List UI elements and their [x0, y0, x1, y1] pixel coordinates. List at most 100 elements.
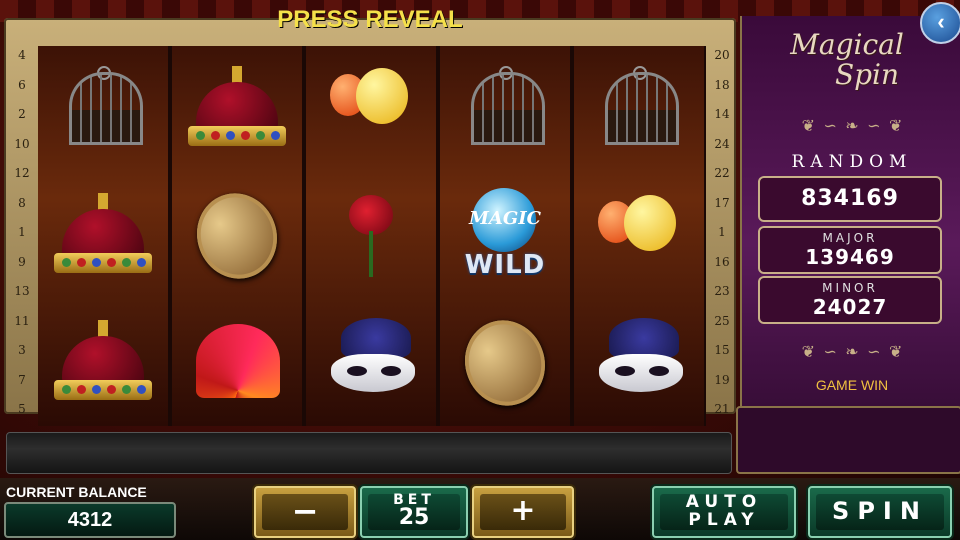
reel-cell [306, 46, 436, 172]
payline-number-left: 5 [18, 402, 26, 416]
reel-cell [172, 173, 302, 299]
payline-number-left: 10 [14, 136, 30, 151]
payline-numbers-left: 4 6 2 10 12 8 1 9 13 11 3 7 5 [10, 44, 34, 428]
balloons-icon [594, 191, 684, 281]
reel-cell [38, 173, 168, 299]
masquerade-mask-icon [321, 318, 421, 408]
payline-numbers-right: 20 18 14 24 22 17 1 16 23 25 15 19 21 [710, 44, 734, 428]
message-bar [6, 432, 732, 474]
payline-number-left: 6 [18, 77, 26, 92]
bet-decrease-button[interactable]: − [254, 486, 356, 538]
payline-number-left: 3 [18, 343, 26, 357]
spin-label: SPIN [832, 497, 928, 525]
autoplay-button[interactable]: AUTO PLAY [652, 486, 796, 538]
plus-icon: + [510, 493, 536, 528]
payline-number-left: 9 [18, 254, 26, 269]
back-arrow-icon: ‹ [937, 9, 945, 34]
minor-jackpot-value: 24027 [812, 295, 888, 319]
random-jackpot-title: RANDOM [791, 152, 913, 172]
reel-cell [306, 300, 436, 426]
flourish-bottom-icon: ❦ ∽ ❧ ∽ ❦ [801, 344, 905, 361]
logo-line-2: Spin [834, 58, 900, 91]
game-win-label: GAME WIN [815, 377, 889, 393]
spin-button[interactable]: SPIN [808, 486, 952, 538]
major-jackpot-box: MAJOR 139469 [758, 226, 942, 274]
reels-area: MAGIC WILD [38, 46, 706, 426]
minor-jackpot-box: MINOR 24027 [758, 276, 942, 324]
gold-coin-icon [185, 182, 289, 290]
reel-frame: 4 6 2 10 12 8 1 9 13 11 3 7 5 20 18 14 24 22 17 1 16 23 25 15 1… [4, 18, 736, 426]
reel-3 [306, 46, 436, 426]
bet-increase-button[interactable]: + [472, 486, 574, 538]
reel-cell [440, 46, 570, 172]
payline-number-right: 17 [714, 195, 730, 210]
payline-number-right: 15 [714, 343, 730, 357]
magic-wild-icon: MAGIC WILD [450, 186, 560, 286]
minor-jackpot-label: MINOR [822, 281, 878, 295]
feather-fan-icon [192, 318, 282, 408]
major-jackpot-label: MAJOR [822, 231, 878, 245]
payline-number-left: 8 [18, 195, 26, 210]
birdcage-icon [65, 66, 143, 152]
payline-number-right: 20 [714, 48, 730, 62]
payline-number-left: 4 [18, 48, 26, 62]
reel-cell [574, 173, 704, 299]
wild-label: WILD [464, 250, 546, 280]
birdcage-icon [601, 66, 679, 152]
back-button[interactable]: ‹ [920, 2, 960, 44]
reel-5 [574, 46, 704, 426]
bet-value: 25 [398, 505, 430, 530]
game-logo: Magical Spin [752, 30, 942, 90]
current-balance-value: 4312 [4, 502, 176, 538]
reel-cell [306, 173, 436, 299]
reel-cell [440, 300, 570, 426]
minus-icon: − [291, 492, 319, 530]
crown-icon [48, 191, 158, 281]
payline-number-left: 7 [18, 372, 26, 387]
reel-1 [38, 46, 168, 426]
payline-number-left: 13 [14, 284, 30, 298]
reel-cell [574, 300, 704, 426]
balloons-icon [326, 64, 416, 154]
logo-line-1: Magical [790, 28, 904, 61]
reel-cell [38, 300, 168, 426]
payline-number-right: 16 [714, 254, 730, 269]
message-text: PRESS REVEAL [277, 6, 463, 33]
crown-icon [48, 318, 158, 408]
reel-4: MAGIC WILD [440, 46, 570, 426]
reel-cell [574, 46, 704, 172]
flourish-top-icon: ❦ ∽ ❧ ∽ ❦ [801, 118, 905, 135]
payline-number-right: 24 [714, 136, 730, 151]
payline-number-left: 2 [18, 107, 26, 121]
payline-number-right: 22 [714, 166, 730, 180]
payline-number-right: 18 [714, 77, 730, 92]
game-win-display [736, 406, 960, 474]
reel-cell [172, 46, 302, 172]
autoplay-line-1: AUTO [685, 492, 763, 512]
payline-number-right: 25 [714, 313, 730, 328]
payline-number-left: 12 [14, 166, 30, 180]
payline-number-right: 19 [714, 372, 730, 387]
reel-2 [172, 46, 302, 426]
random-jackpot-value: 834169 [801, 186, 899, 211]
autoplay-line-2: PLAY [688, 510, 760, 530]
crown-icon [182, 64, 292, 154]
birdcage-icon [467, 66, 545, 152]
payline-number-right: 14 [714, 107, 730, 121]
payline-number-right: 23 [714, 284, 730, 298]
payline-number-left: 11 [14, 313, 30, 328]
side-panel: Magical Spin ❦ ∽ ❧ ∽ ❦ RANDOM 834169 MAJ… [740, 16, 960, 472]
payline-number-right: 1 [718, 225, 726, 239]
masquerade-mask-icon [589, 318, 689, 408]
reel-cell [38, 46, 168, 172]
major-jackpot-value: 139469 [805, 245, 895, 269]
reel-cell: MAGIC WILD [440, 173, 570, 299]
rose-icon [341, 191, 401, 281]
reel-cell [172, 300, 302, 426]
bet-display: BET 25 [360, 486, 468, 538]
wild-orb-text: MAGIC [468, 208, 541, 229]
payline-number-left: 1 [18, 225, 26, 239]
gold-coin-icon [453, 309, 557, 417]
current-balance-label: CURRENT BALANCE [6, 484, 147, 500]
payline-number-right: 21 [714, 402, 730, 416]
